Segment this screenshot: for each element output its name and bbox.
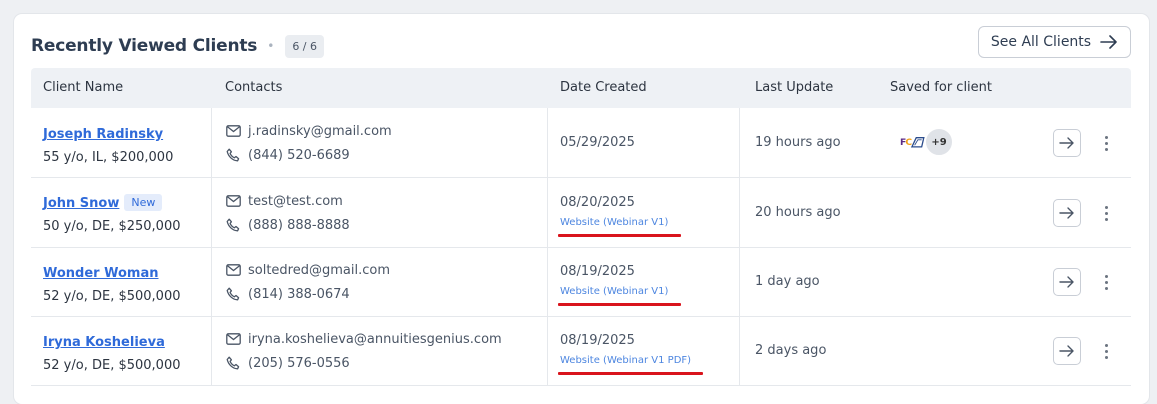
- date-created: 08/19/2025: [560, 333, 635, 348]
- phone-icon: [226, 148, 240, 161]
- client-info: 55 y/o, IL, $200,000: [43, 150, 174, 165]
- mail-icon: [226, 264, 241, 276]
- col-last-update: Last Update: [755, 80, 834, 95]
- mail-icon: [226, 125, 241, 137]
- client-phone: (814) 388-0674: [248, 286, 350, 302]
- col-contacts: Contacts: [225, 80, 283, 95]
- client-phone: (844) 520-6689: [248, 147, 350, 163]
- open-client-button[interactable]: [1053, 199, 1081, 227]
- saved-logo-fc: F C: [900, 129, 926, 155]
- client-name-link[interactable]: John Snow: [43, 196, 119, 211]
- client-phone: (888) 888-8888: [248, 217, 350, 233]
- kebab-menu-icon[interactable]: [1101, 203, 1111, 223]
- phone-line[interactable]: (205) 576-0556: [226, 355, 502, 371]
- client-phone: (205) 576-0556: [248, 355, 350, 371]
- date-created: 05/29/2025: [560, 135, 635, 150]
- see-all-label: See All Clients: [990, 34, 1092, 50]
- saved-items-group[interactable]: F C +9: [900, 127, 954, 157]
- mail-icon: [226, 195, 241, 207]
- client-email: j.radinsky@gmail.com: [248, 123, 392, 139]
- date-created: 08/20/2025: [560, 195, 635, 210]
- client-info: 50 y/o, DE, $250,000: [43, 219, 181, 234]
- last-update: 19 hours ago: [755, 135, 841, 150]
- phone-line[interactable]: (844) 520-6689: [226, 147, 392, 163]
- arrow-right-icon: [1059, 207, 1074, 219]
- table-row: Wonder Woman 52 y/o, DE, $500,000 solted…: [31, 247, 1131, 317]
- last-update: 1 day ago: [755, 274, 820, 289]
- mail-icon: [226, 333, 241, 345]
- table-header: Client Name Contacts Date Created Last U…: [31, 68, 1131, 108]
- table-row: Joseph Radinsky 55 y/o, IL, $200,000 j.r…: [31, 108, 1131, 178]
- col-date-created: Date Created: [560, 80, 647, 95]
- card-header: Recently Viewed Clients • 6 / 6: [31, 34, 325, 58]
- recent-clients-card: Recently Viewed Clients • 6 / 6 See All …: [14, 14, 1149, 404]
- kebab-menu-icon[interactable]: [1101, 133, 1111, 153]
- email-line[interactable]: test@test.com: [226, 193, 350, 209]
- open-client-button[interactable]: [1053, 268, 1081, 296]
- last-update: 2 days ago: [755, 343, 827, 358]
- table-row: Iryna Koshelieva 52 y/o, DE, $500,000 ir…: [31, 316, 1131, 386]
- highlight-underline: [558, 303, 681, 306]
- new-badge: New: [124, 194, 163, 211]
- open-client-button[interactable]: [1053, 129, 1081, 157]
- phone-line[interactable]: (888) 888-8888: [226, 217, 350, 233]
- last-update: 20 hours ago: [755, 205, 841, 220]
- phone-line[interactable]: (814) 388-0674: [226, 286, 390, 302]
- arrow-right-icon: [1100, 35, 1117, 49]
- client-name-link[interactable]: Wonder Woman: [43, 266, 159, 281]
- email-line[interactable]: j.radinsky@gmail.com: [226, 123, 392, 139]
- highlight-underline: [558, 372, 703, 375]
- phone-icon: [226, 218, 240, 231]
- client-name-link[interactable]: Iryna Koshelieva: [43, 335, 165, 350]
- kebab-menu-icon[interactable]: [1101, 341, 1111, 361]
- see-all-clients-button[interactable]: See All Clients: [978, 26, 1131, 58]
- client-email: test@test.com: [248, 193, 343, 209]
- saved-more-badge[interactable]: +9: [924, 127, 954, 157]
- lead-source-link[interactable]: Website (Webinar V1 PDF): [560, 355, 691, 366]
- col-saved-for-client: Saved for client: [890, 80, 993, 95]
- email-line[interactable]: iryna.koshelieva@annuitiesgenius.com: [226, 331, 502, 347]
- arrow-right-icon: [1059, 345, 1074, 357]
- arrow-right-icon: [1059, 276, 1074, 288]
- phone-icon: [226, 356, 240, 369]
- lead-source-link[interactable]: Website (Webinar V1): [560, 217, 668, 228]
- title-separator: •: [267, 39, 275, 53]
- client-email: soltedred@gmail.com: [248, 262, 390, 278]
- table-row: John Snow New 50 y/o, DE, $250,000 test@t…: [31, 178, 1131, 248]
- highlight-underline: [558, 234, 681, 237]
- count-badge: 6 / 6: [285, 34, 325, 58]
- open-client-button[interactable]: [1053, 337, 1081, 365]
- phone-icon: [226, 287, 240, 300]
- client-email: iryna.koshelieva@annuitiesgenius.com: [248, 331, 502, 347]
- card-title: Recently Viewed Clients: [31, 36, 258, 56]
- client-name-link[interactable]: Joseph Radinsky: [43, 127, 163, 142]
- lead-source-link[interactable]: Website (Webinar V1): [560, 286, 668, 297]
- client-info: 52 y/o, DE, $500,000: [43, 358, 181, 373]
- arrow-right-icon: [1059, 137, 1074, 149]
- kebab-menu-icon[interactable]: [1101, 272, 1111, 292]
- client-info: 52 y/o, DE, $500,000: [43, 289, 181, 304]
- col-client-name: Client Name: [43, 80, 124, 95]
- date-created: 08/19/2025: [560, 264, 635, 279]
- email-line[interactable]: soltedred@gmail.com: [226, 262, 390, 278]
